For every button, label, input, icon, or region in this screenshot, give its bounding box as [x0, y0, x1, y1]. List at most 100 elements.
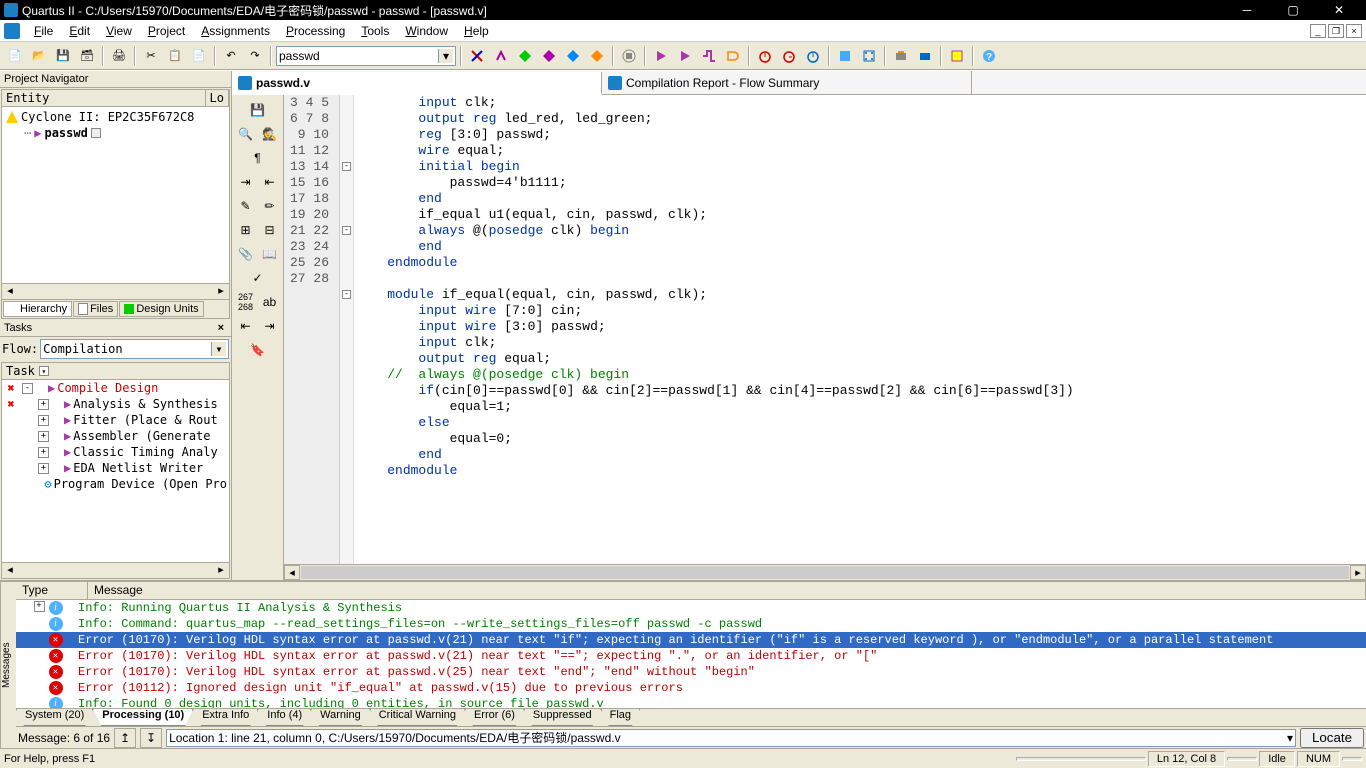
editor-h-scrollbar[interactable]: ◂▸	[284, 564, 1366, 580]
save-button[interactable]: 💾	[52, 45, 74, 67]
editor-btn-wand[interactable]: ✎	[235, 195, 257, 217]
message-row[interactable]: iInfo: Command: quartus_map --read_setti…	[16, 616, 1366, 632]
task-item[interactable]: +▶Classic Timing Analy	[2, 444, 229, 460]
tool-btn-4[interactable]	[538, 45, 560, 67]
editor-btn-find[interactable]: 🔍	[235, 123, 257, 145]
fold-toggle[interactable]: -	[342, 162, 351, 171]
location-combo[interactable]: Location 1: line 21, column 0, C:/Users/…	[166, 729, 1296, 747]
msg-tab[interactable]: Suppressed	[524, 709, 601, 726]
nav-tab-design-units[interactable]: Design Units	[119, 301, 203, 317]
editor-btn-left[interactable]: ⇤	[235, 315, 257, 337]
tasks-h-scrollbar[interactable]: ◂▸	[2, 562, 229, 578]
editor-btn-ab[interactable]: ab	[259, 291, 281, 313]
close-button[interactable]: ✕	[1316, 0, 1362, 20]
open-file-button[interactable]: 📂	[28, 45, 50, 67]
message-list[interactable]: +iInfo: Running Quartus II Analysis & Sy…	[16, 600, 1366, 708]
tool-btn-6[interactable]	[586, 45, 608, 67]
lo-column[interactable]: Lo	[206, 90, 229, 106]
message-row[interactable]: ✕Error (10170): Verilog HDL syntax error…	[16, 664, 1366, 680]
nav-tab-files[interactable]: Files	[73, 301, 118, 317]
tool-btn-3[interactable]	[514, 45, 536, 67]
msg-tab[interactable]: Info (4)	[258, 709, 311, 726]
entity-node[interactable]: ⋯ ▶ passwd	[4, 125, 227, 141]
messages-label[interactable]: Messages	[0, 582, 16, 748]
nav-tab-hierarchy[interactable]: Hierarchy	[3, 301, 72, 317]
editor-btn-linenum[interactable]: 267268	[235, 291, 257, 313]
gate-button[interactable]	[722, 45, 744, 67]
programmer-button[interactable]	[890, 45, 912, 67]
mdi-close-button[interactable]: ×	[1346, 24, 1362, 38]
editor-btn-paragraph[interactable]: ¶	[247, 147, 269, 169]
editor-btn-findnext[interactable]: 🕵	[259, 123, 281, 145]
editor-btn-indent[interactable]: ⇥	[235, 171, 257, 193]
code-editor[interactable]: input clk; output reg led_red, led_green…	[354, 95, 1366, 564]
timing-2-button[interactable]	[778, 45, 800, 67]
device-node[interactable]: Cyclone II: EP2C35F672C8	[4, 109, 227, 125]
paste-button[interactable]: 📄	[188, 45, 210, 67]
editor-btn-clip[interactable]: 📎	[235, 243, 257, 265]
cut-button[interactable]: ✂	[140, 45, 162, 67]
mdi-minimize-button[interactable]: _	[1310, 24, 1326, 38]
editor-btn-bookmark[interactable]: 🔖	[247, 339, 269, 361]
mdi-restore-button[interactable]: ❐	[1328, 24, 1344, 38]
chip-planner-button[interactable]	[834, 45, 856, 67]
pin-planner-button[interactable]	[858, 45, 880, 67]
task-item[interactable]: ✖+▶Analysis & Synthesis	[2, 396, 229, 412]
tool-btn-5[interactable]	[562, 45, 584, 67]
editor-tab[interactable]: passwd.v	[232, 72, 602, 95]
compile-analyze-button[interactable]	[674, 45, 696, 67]
msg-tab[interactable]: Error (6)	[465, 709, 524, 726]
locate-button[interactable]: Locate	[1300, 728, 1364, 748]
report-button[interactable]	[946, 45, 968, 67]
save-all-button[interactable]: 🗃	[76, 45, 98, 67]
editor-btn-wand2[interactable]: ✏	[259, 195, 281, 217]
editor-btn-fold[interactable]: ⊞	[235, 219, 257, 241]
msg-tab[interactable]: Extra Info	[193, 709, 258, 726]
signaltap-button[interactable]	[914, 45, 936, 67]
msg-next-button[interactable]: ↧	[140, 728, 162, 748]
tool-btn-2[interactable]	[490, 45, 512, 67]
message-row[interactable]: ✕Error (10170): Verilog HDL syntax error…	[16, 632, 1366, 648]
print-button[interactable]: 🖨	[108, 45, 130, 67]
copy-button[interactable]: 📋	[164, 45, 186, 67]
redo-button[interactable]: ↷	[244, 45, 266, 67]
entity-column[interactable]: Entity	[2, 90, 206, 106]
message-row[interactable]: iInfo: Found 0 design units, including 0…	[16, 696, 1366, 708]
task-item[interactable]: ⚙Program Device (Open Pro	[2, 476, 229, 492]
message-row[interactable]: ✕Error (10170): Verilog HDL syntax error…	[16, 648, 1366, 664]
project-combo[interactable]: passwd ▾	[276, 46, 456, 66]
flow-combo[interactable]: Compilation ▾	[40, 339, 229, 359]
message-column[interactable]: Message	[88, 582, 1366, 599]
minimize-button[interactable]: ─	[1224, 0, 1270, 20]
fold-toggle[interactable]: -	[342, 290, 351, 299]
menu-file[interactable]: File	[26, 22, 61, 40]
new-file-button[interactable]: 📄	[4, 45, 26, 67]
undo-button[interactable]: ↶	[220, 45, 242, 67]
nav-h-scrollbar[interactable]: ◂▸	[2, 283, 229, 299]
timing-3-button[interactable]	[802, 45, 824, 67]
editor-btn-check[interactable]: ✓	[247, 267, 269, 289]
editor-btn-disk[interactable]: 💾	[247, 99, 269, 121]
menu-help[interactable]: Help	[456, 22, 497, 40]
timing-1-button[interactable]	[754, 45, 776, 67]
menu-tools[interactable]: Tools	[353, 22, 397, 40]
menu-window[interactable]: Window	[397, 22, 456, 40]
msg-tab[interactable]: Warning	[311, 709, 370, 726]
msg-tab[interactable]: Flag	[601, 709, 640, 726]
task-item[interactable]: +▶Assembler (Generate	[2, 428, 229, 444]
simulate-button[interactable]	[698, 45, 720, 67]
task-item[interactable]: +▶Fitter (Place & Rout	[2, 412, 229, 428]
fold-gutter[interactable]: - - -	[340, 95, 354, 564]
fold-toggle[interactable]: -	[342, 226, 351, 235]
menu-edit[interactable]: Edit	[61, 22, 98, 40]
msg-prev-button[interactable]: ↥	[114, 728, 136, 748]
task-item[interactable]: +▶EDA Netlist Writer	[2, 460, 229, 476]
editor-btn-right[interactable]: ⇥	[259, 315, 281, 337]
type-column[interactable]: Type	[16, 582, 88, 599]
stop-button[interactable]	[618, 45, 640, 67]
message-row[interactable]: +iInfo: Running Quartus II Analysis & Sy…	[16, 600, 1366, 616]
help-button[interactable]: ?	[978, 45, 1000, 67]
msg-tab[interactable]: Critical Warning	[370, 709, 465, 726]
compile-button[interactable]	[650, 45, 672, 67]
menu-processing[interactable]: Processing	[278, 22, 353, 40]
